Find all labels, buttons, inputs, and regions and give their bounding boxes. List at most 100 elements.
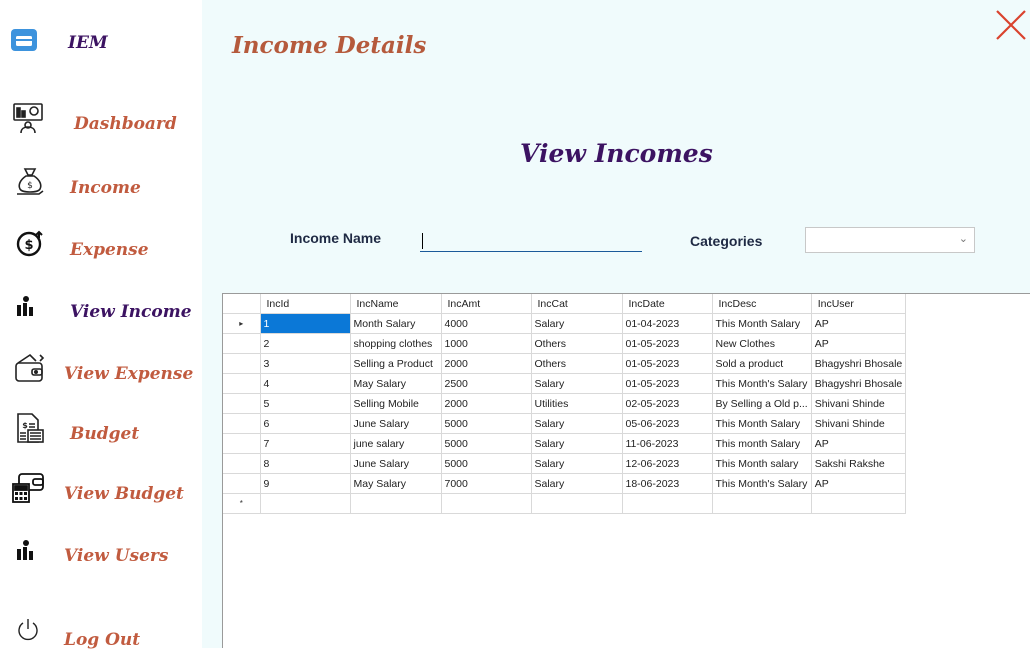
table-cell[interactable]: 2500: [441, 373, 532, 394]
row-header[interactable]: [223, 393, 261, 414]
column-header[interactable]: IncDate: [622, 294, 713, 314]
row-header[interactable]: [223, 433, 261, 454]
table-cell[interactable]: 4000: [441, 313, 532, 334]
table-cell[interactable]: Salary: [531, 453, 623, 474]
row-header[interactable]: [223, 373, 261, 394]
close-button[interactable]: [994, 8, 1028, 42]
table-row[interactable]: 7 june salary 5000 Salary 11-06-2023 Thi…: [223, 433, 907, 454]
table-cell[interactable]: June Salary: [350, 413, 442, 434]
table-row[interactable]: 4 May Salary 2500 Salary 01-05-2023 This…: [223, 373, 907, 394]
table-cell[interactable]: 11-06-2023: [622, 433, 713, 454]
row-header[interactable]: [223, 453, 261, 474]
table-cell[interactable]: 2000: [441, 393, 532, 414]
table-cell[interactable]: Selling a Product: [350, 353, 442, 374]
sidebar-item-log-out[interactable]: Log Out: [0, 612, 202, 656]
column-header[interactable]: IncId: [260, 294, 351, 314]
table-cell[interactable]: New Clothes: [712, 333, 812, 354]
table-cell[interactable]: Salary: [531, 413, 623, 434]
table-cell[interactable]: 1: [260, 313, 351, 334]
column-header[interactable]: IncAmt: [441, 294, 532, 314]
table-cell[interactable]: [811, 493, 907, 514]
table-cell[interactable]: Salary: [531, 313, 623, 334]
table-cell[interactable]: Others: [531, 333, 623, 354]
table-cell[interactable]: Month Salary: [350, 313, 442, 334]
table-cell[interactable]: 9: [260, 473, 351, 494]
table-cell[interactable]: 01-05-2023: [622, 353, 713, 374]
table-cell[interactable]: Sold a product: [712, 353, 812, 374]
table-row[interactable]: 6 June Salary 5000 Salary 05-06-2023 Thi…: [223, 413, 907, 434]
table-row[interactable]: 5 Selling Mobile 2000 Utilities 02-05-20…: [223, 393, 907, 414]
sidebar-item-view-expense[interactable]: View Expense: [0, 350, 202, 394]
income-name-input[interactable]: [420, 230, 642, 252]
row-header[interactable]: [223, 473, 261, 494]
column-header[interactable]: IncUser: [811, 294, 907, 314]
table-cell[interactable]: 01-05-2023: [622, 373, 713, 394]
table-cell[interactable]: Salary: [531, 373, 623, 394]
current-row-indicator[interactable]: ▸: [223, 313, 261, 334]
table-cell[interactable]: 8: [260, 453, 351, 474]
table-cell[interactable]: Bhagyshri Bhosale: [811, 373, 907, 394]
table-cell[interactable]: 5000: [441, 433, 532, 454]
table-cell[interactable]: Shivani Shinde: [811, 413, 907, 434]
table-cell[interactable]: 4: [260, 373, 351, 394]
row-header[interactable]: [223, 333, 261, 354]
categories-select[interactable]: ⌄: [805, 227, 975, 253]
table-cell[interactable]: Salary: [531, 433, 623, 454]
table-cell[interactable]: 7000: [441, 473, 532, 494]
new-row[interactable]: *: [223, 493, 907, 514]
table-cell[interactable]: Sakshi Rakshe: [811, 453, 907, 474]
table-cell[interactable]: Salary: [531, 473, 623, 494]
table-cell[interactable]: This month Salary: [712, 433, 812, 454]
table-cell[interactable]: 5000: [441, 413, 532, 434]
table-cell[interactable]: [260, 493, 351, 514]
table-cell[interactable]: [712, 493, 812, 514]
table-cell[interactable]: 3: [260, 353, 351, 374]
sidebar-item-view-budget[interactable]: View Budget: [0, 470, 202, 514]
table-cell[interactable]: shopping clothes: [350, 333, 442, 354]
column-header[interactable]: IncDesc: [712, 294, 812, 314]
sidebar-item-income[interactable]: $ Income: [0, 164, 202, 208]
table-cell[interactable]: AP: [811, 433, 907, 454]
sidebar-item-view-users[interactable]: View Users: [0, 532, 202, 576]
table-cell[interactable]: 6: [260, 413, 351, 434]
table-cell[interactable]: 1000: [441, 333, 532, 354]
table-cell[interactable]: [441, 493, 532, 514]
table-cell[interactable]: This Month Salary: [712, 413, 812, 434]
row-header[interactable]: [223, 353, 261, 374]
table-cell[interactable]: Shivani Shinde: [811, 393, 907, 414]
table-cell[interactable]: 2: [260, 333, 351, 354]
table-cell[interactable]: Others: [531, 353, 623, 374]
sidebar-item-expense[interactable]: $ Expense: [0, 226, 202, 270]
table-cell[interactable]: This Month salary: [712, 453, 812, 474]
table-cell[interactable]: Selling Mobile: [350, 393, 442, 414]
table-row[interactable]: 3 Selling a Product 2000 Others 01-05-20…: [223, 353, 907, 374]
table-cell[interactable]: 7: [260, 433, 351, 454]
table-row[interactable]: ▸ 1 Month Salary 4000 Salary 01-04-2023 …: [223, 313, 907, 334]
new-row-indicator[interactable]: *: [223, 493, 261, 514]
table-cell[interactable]: 05-06-2023: [622, 413, 713, 434]
table-cell[interactable]: AP: [811, 473, 907, 494]
table-cell[interactable]: [350, 493, 442, 514]
table-cell[interactable]: [622, 493, 713, 514]
table-row[interactable]: 8 June Salary 5000 Salary 12-06-2023 Thi…: [223, 453, 907, 474]
table-cell[interactable]: 5000: [441, 453, 532, 474]
table-cell[interactable]: 01-05-2023: [622, 333, 713, 354]
table-row[interactable]: 2 shopping clothes 1000 Others 01-05-202…: [223, 333, 907, 354]
table-cell[interactable]: [531, 493, 623, 514]
column-header[interactable]: IncName: [350, 294, 442, 314]
table-cell[interactable]: By Selling a Old p...: [712, 393, 812, 414]
row-header[interactable]: [223, 413, 261, 434]
table-cell[interactable]: This Month Salary: [712, 313, 812, 334]
table-cell[interactable]: May Salary: [350, 473, 442, 494]
table-cell[interactable]: 2000: [441, 353, 532, 374]
table-cell[interactable]: June Salary: [350, 453, 442, 474]
table-cell[interactable]: This Month's Salary: [712, 373, 812, 394]
table-cell[interactable]: june salary: [350, 433, 442, 454]
table-cell[interactable]: Utilities: [531, 393, 623, 414]
table-cell[interactable]: This Month's Salary: [712, 473, 812, 494]
table-row[interactable]: 9 May Salary 7000 Salary 18-06-2023 This…: [223, 473, 907, 494]
table-cell[interactable]: Bhagyshri Bhosale: [811, 353, 907, 374]
table-cell[interactable]: 5: [260, 393, 351, 414]
table-cell[interactable]: May Salary: [350, 373, 442, 394]
table-cell[interactable]: 12-06-2023: [622, 453, 713, 474]
